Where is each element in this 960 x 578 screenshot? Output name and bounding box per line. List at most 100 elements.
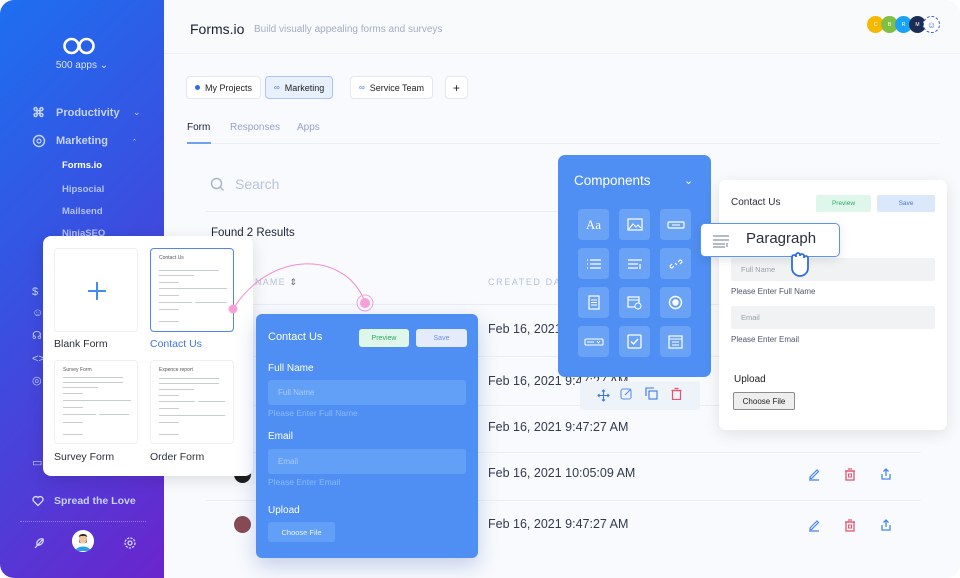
workspace-my-projects[interactable]: My Projects (186, 76, 262, 99)
template-label: Blank Form (54, 338, 108, 350)
tab-form[interactable]: Form (187, 122, 210, 133)
template-card-order[interactable]: Expence report (150, 360, 234, 444)
template-preview-title: Contact Us (159, 255, 184, 261)
input-field-icon (666, 220, 685, 229)
save-button[interactable]: Save (877, 195, 935, 212)
template-label: Order Form (150, 451, 205, 463)
search-input[interactable]: Search (235, 176, 279, 192)
email-input[interactable]: Email (268, 449, 466, 474)
component-dropdown[interactable] (578, 326, 609, 357)
workspace-service-team[interactable]: ∞ Service Team (350, 76, 434, 99)
component-image[interactable] (619, 209, 650, 240)
edit-icon[interactable] (620, 387, 633, 400)
tab-apps[interactable]: Apps (297, 122, 320, 133)
component-calendar[interactable] (660, 326, 691, 357)
sidebar-subitem-formsio[interactable]: Forms.io (62, 160, 102, 171)
preview-line (159, 408, 179, 409)
save-button[interactable]: Save (416, 329, 467, 347)
duplicate-icon[interactable] (645, 387, 658, 400)
preview-line (195, 302, 227, 303)
component-radio[interactable] (660, 287, 691, 318)
sidebar-item-label: Productivity (56, 107, 120, 119)
workspace-marketing[interactable]: ∞ Marketing (265, 76, 334, 99)
component-table[interactable] (578, 287, 609, 318)
component-paragraph[interactable] (619, 248, 650, 279)
choose-file-button[interactable]: Choose File (733, 392, 795, 410)
user-avatar[interactable] (72, 530, 94, 552)
components-title: Components (574, 173, 651, 188)
preview-line (63, 393, 83, 394)
tab-responses[interactable]: Responses (230, 122, 280, 133)
preview-button[interactable]: Preview (359, 329, 409, 347)
sidebar-subitem-hipsocial[interactable]: Hipsocial (62, 184, 104, 195)
paragraph-icon (713, 235, 729, 248)
field-label: Full Name (268, 363, 314, 374)
component-date-time[interactable] (619, 287, 650, 318)
row-created-date: Feb 16, 2021 10:05:09 AM (488, 466, 636, 480)
choose-file-button[interactable]: Choose File (268, 522, 335, 542)
sidebar-item-marketing[interactable]: Marketing (32, 134, 108, 148)
field-hint: Please Enter Full Name (268, 408, 358, 418)
app-window: 500 apps ⌄ ⌘ Productivity ⌄ Marketing ˆ … (0, 0, 960, 578)
component-checkbox[interactable] (619, 326, 650, 357)
tabs-divider (187, 143, 940, 144)
preview-line (63, 387, 98, 388)
component-list[interactable] (578, 248, 609, 279)
full-name-input[interactable]: Full Name (268, 380, 466, 405)
preview-line (159, 415, 225, 416)
unlink-icon (668, 258, 683, 269)
preview-line (159, 401, 195, 402)
component-text[interactable]: Aa (578, 209, 609, 240)
plus-icon (88, 282, 106, 300)
preview-line (159, 288, 227, 289)
field-hint: Please Enter Email (731, 335, 800, 344)
share-icon[interactable] (879, 518, 893, 532)
delete-icon[interactable] (670, 387, 683, 400)
spread-the-love-link[interactable]: Spread the Love (32, 495, 136, 507)
sidebar-item-productivity[interactable]: ⌘ Productivity (32, 106, 120, 120)
edit-icon[interactable] (807, 467, 821, 481)
preview-line (159, 295, 179, 296)
email-input[interactable]: Email (731, 306, 935, 329)
add-workspace-button[interactable]: + (445, 76, 468, 99)
preview-line (63, 407, 83, 408)
infinity-logo-icon[interactable] (62, 36, 96, 56)
share-icon[interactable] (879, 467, 893, 481)
connector-end-ring (356, 294, 374, 312)
sidebar-subitem-mailsend[interactable]: Mailsend (62, 206, 103, 217)
page-title: Forms.io (190, 21, 245, 37)
template-label: Survey Form (54, 451, 115, 463)
feather-icon[interactable] (32, 536, 46, 550)
search-bar[interactable]: Search (210, 176, 279, 192)
full-name-input[interactable]: Full Name (731, 258, 935, 281)
apps-switcher[interactable]: 500 apps ⌄ (0, 60, 164, 71)
settings-gear-icon[interactable] (123, 536, 137, 550)
field-hint: Please Enter Email (268, 477, 341, 487)
preview-line (99, 414, 129, 415)
list-icon (586, 258, 601, 269)
component-toolbar (580, 381, 700, 410)
delete-icon[interactable] (843, 467, 857, 481)
add-member-button[interactable]: ☺ (923, 16, 940, 33)
delete-icon[interactable] (843, 518, 857, 532)
upload-label: Upload (268, 505, 300, 516)
page-subtitle: Build visually appealing forms and surve… (254, 24, 443, 35)
preview-line (159, 395, 179, 396)
move-icon[interactable] (597, 389, 610, 402)
preview-button[interactable]: Preview (816, 195, 871, 212)
apps-label: 500 apps (55, 60, 97, 71)
column-header-name[interactable]: NAME ⇕ (255, 277, 297, 288)
chevron-down-icon[interactable]: ⌄ (133, 107, 141, 118)
template-card-blank[interactable] (54, 248, 138, 332)
component-input[interactable] (660, 209, 691, 240)
template-card-survey[interactable]: Survey Form (54, 360, 138, 444)
chevron-up-icon[interactable]: ˆ (133, 138, 136, 148)
spread-label: Spread the Love (54, 495, 136, 507)
component-link[interactable] (660, 248, 691, 279)
template-label: Contact Us (150, 338, 202, 350)
edit-icon[interactable] (807, 518, 821, 532)
chevron-down-icon[interactable]: ⌄ (684, 174, 693, 187)
preview-line (159, 275, 194, 276)
template-card-contact-us[interactable]: Contact Us (150, 248, 234, 332)
dragging-paragraph-component[interactable]: Paragraph (700, 223, 840, 257)
